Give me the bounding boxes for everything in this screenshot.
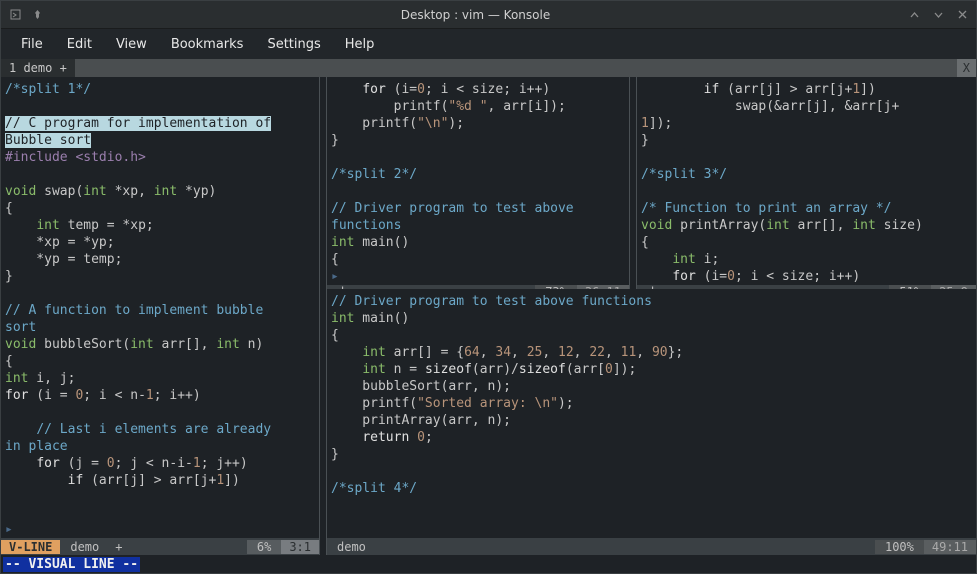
- status-pct: 100%: [875, 540, 924, 554]
- status-pos: 49:11: [924, 540, 976, 554]
- pane-top-middle[interactable]: for (i=0; i < size; i++) printf("%d ", a…: [327, 77, 629, 289]
- maximize-icon[interactable]: [932, 9, 944, 21]
- menu-file[interactable]: File: [21, 37, 43, 52]
- menu-settings[interactable]: Settings: [267, 37, 320, 52]
- code-pane-4[interactable]: // Driver program to test above function…: [327, 289, 976, 538]
- code-pane-3[interactable]: if (arr[j] > arr[j+1]) swap(&arr[j], &ar…: [637, 77, 976, 285]
- menu-edit[interactable]: Edit: [67, 37, 92, 52]
- close-icon[interactable]: [956, 9, 968, 21]
- minimize-icon[interactable]: [908, 9, 920, 21]
- app-menu-icon[interactable]: [9, 9, 21, 21]
- statusline-4: demo 100% 49:11: [327, 538, 976, 555]
- tab-1[interactable]: 1 demo +: [1, 59, 75, 77]
- pane-bottom[interactable]: // Driver program to test above function…: [327, 289, 976, 555]
- mode-indicator: -- VISUAL LINE --: [3, 557, 140, 572]
- tab-close[interactable]: X: [957, 59, 976, 77]
- pin-icon[interactable]: [31, 9, 43, 21]
- vertical-split-1[interactable]: [319, 77, 327, 555]
- code-pane-1[interactable]: /*split 1*/ // C program for implementat…: [1, 77, 319, 521]
- menu-bookmarks[interactable]: Bookmarks: [171, 37, 244, 52]
- menu-help[interactable]: Help: [345, 37, 375, 52]
- eof-indicator: ▸: [327, 268, 629, 285]
- statusline-1: V-LINE demo + 6% 3:1: [1, 538, 319, 555]
- eof-indicator: ▸: [1, 521, 319, 538]
- window-title: Desktop : vim — Konsole: [43, 8, 908, 22]
- status-pct: 6%: [247, 540, 281, 554]
- status-mod: +: [109, 540, 128, 554]
- title-bar: Desktop : vim — Konsole: [1, 1, 976, 29]
- pane-top-right[interactable]: if (arr[j] > arr[j+1]) swap(&arr[j], &ar…: [637, 77, 976, 289]
- pane-left[interactable]: /*split 1*/ // C program for implementat…: [1, 77, 319, 555]
- status-file: demo: [327, 540, 376, 554]
- menu-view[interactable]: View: [116, 37, 147, 52]
- status-file: demo: [60, 540, 109, 554]
- menu-bar: File Edit View Bookmarks Settings Help: [1, 29, 976, 59]
- editor-area: /*split 1*/ // C program for implementat…: [1, 77, 976, 555]
- tab-bar: 1 demo + X: [1, 59, 976, 77]
- vertical-split-2[interactable]: [629, 77, 637, 289]
- status-mode: V-LINE: [1, 540, 60, 554]
- command-line[interactable]: -- VISUAL LINE --: [1, 555, 976, 573]
- status-pos: 3:1: [281, 540, 319, 554]
- code-pane-2[interactable]: for (i=0; i < size; i++) printf("%d ", a…: [327, 77, 629, 268]
